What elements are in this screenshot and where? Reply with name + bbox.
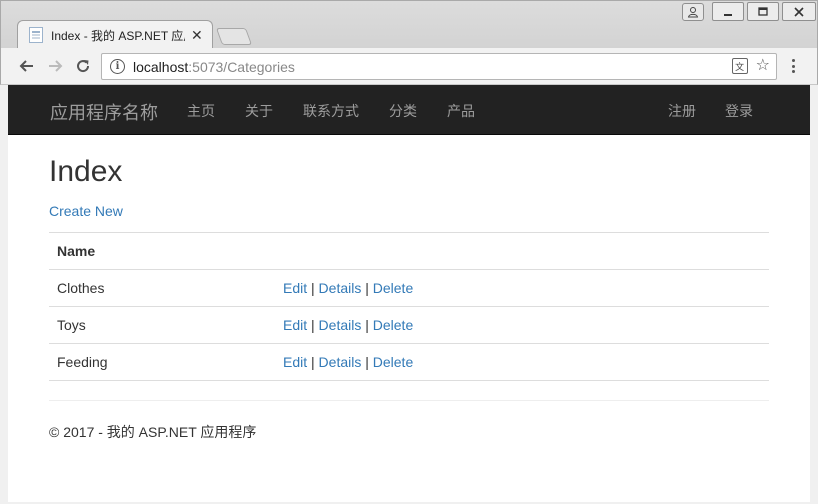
close-window-button[interactable] [782,2,816,21]
translate-icon[interactable]: 文 [731,58,748,74]
nav-link-about[interactable]: 关于 [245,101,273,121]
forward-button[interactable] [45,56,65,76]
row-actions: Edit | Details | Delete [275,306,769,344]
minimize-button[interactable] [712,2,744,21]
column-header-name: Name [49,232,275,270]
back-button[interactable] [17,56,37,76]
separator: | [365,354,373,370]
close-icon [794,6,804,17]
footer-divider [49,400,769,401]
row-actions: Edit | Details | Delete [275,343,769,381]
nav-link-register[interactable]: 注册 [668,101,696,121]
reload-button[interactable] [73,56,93,76]
browser-titlebar: Index - 我的 ASP.NET 应用程序 ✕ [0,0,818,50]
details-link[interactable]: Details [319,354,362,370]
separator: | [311,280,319,296]
delete-link[interactable]: Delete [373,354,413,370]
user-icon [687,7,699,18]
column-header-actions [275,232,769,270]
nav-link-categories[interactable]: 分类 [389,101,417,121]
site-navbar: 应用程序名称 主页 关于 联系方式 分类 产品 注册 登录 [8,85,810,135]
new-tab-button[interactable] [215,28,253,45]
category-name: Toys [49,306,275,344]
delete-link[interactable]: Delete [373,317,413,333]
nav-link-contact[interactable]: 联系方式 [303,101,359,121]
browser-tab-content[interactable]: Index - 我的 ASP.NET 应用程序 ✕ [29,21,213,49]
minimize-icon [724,13,732,16]
reload-icon [77,60,90,73]
main-content: Index Create New Name Clothes Edit | Det… [49,135,769,442]
table-row: Clothes Edit | Details | Delete [49,269,769,307]
edit-link[interactable]: Edit [283,317,307,333]
browser-toolbar: i localhost:5073/Categories 文 ☆ [0,48,818,85]
info-icon[interactable]: i [110,59,125,74]
bookmark-star-icon[interactable]: ☆ [756,58,770,74]
page-favicon-icon [29,27,43,43]
restore-icon [758,6,768,16]
create-new-link[interactable]: Create New [49,203,123,219]
edit-link[interactable]: Edit [283,280,307,296]
nav-right-links: 注册 登录 [668,101,782,121]
url-path: :5073/Categories [188,58,295,75]
navbar-brand[interactable]: 应用程序名称 [50,99,158,125]
profile-button[interactable] [682,3,704,21]
url-text[interactable]: localhost:5073/Categories [133,59,295,75]
arrow-left-icon [19,60,33,72]
details-link[interactable]: Details [319,280,362,296]
separator: | [311,317,319,333]
table-row: Feeding Edit | Details | Delete [49,343,769,381]
details-link[interactable]: Details [319,317,362,333]
nav-links: 主页 关于 联系方式 分类 产品 [187,101,505,121]
category-name: Clothes [49,269,275,307]
page-title: Index [49,155,123,188]
page-footer: © 2017 - 我的 ASP.NET 应用程序 [49,424,257,440]
table-row: Toys Edit | Details | Delete [49,306,769,344]
categories-table: Name Clothes Edit | Details | Delete Toy… [49,232,769,381]
nav-link-products[interactable]: 产品 [447,101,475,121]
separator: | [311,354,319,370]
category-name: Feeding [49,343,275,381]
browser-menu-icon[interactable] [785,57,801,75]
table-header-row: Name [49,232,769,270]
separator: | [365,317,373,333]
edit-link[interactable]: Edit [283,354,307,370]
tab-title: Index - 我的 ASP.NET 应用程序 [51,28,185,43]
nav-link-login[interactable]: 登录 [725,101,753,121]
separator: | [365,280,373,296]
address-bar[interactable]: i localhost:5073/Categories 文 ☆ [101,53,777,80]
row-actions: Edit | Details | Delete [275,269,769,307]
delete-link[interactable]: Delete [373,280,413,296]
tab-close-icon[interactable]: ✕ [191,27,203,44]
arrow-right-icon [49,60,63,72]
nav-link-home[interactable]: 主页 [187,101,215,121]
restore-button[interactable] [747,2,779,21]
page-viewport: 应用程序名称 主页 关于 联系方式 分类 产品 注册 登录 Index Crea… [0,85,818,504]
url-host: localhost [133,58,189,75]
